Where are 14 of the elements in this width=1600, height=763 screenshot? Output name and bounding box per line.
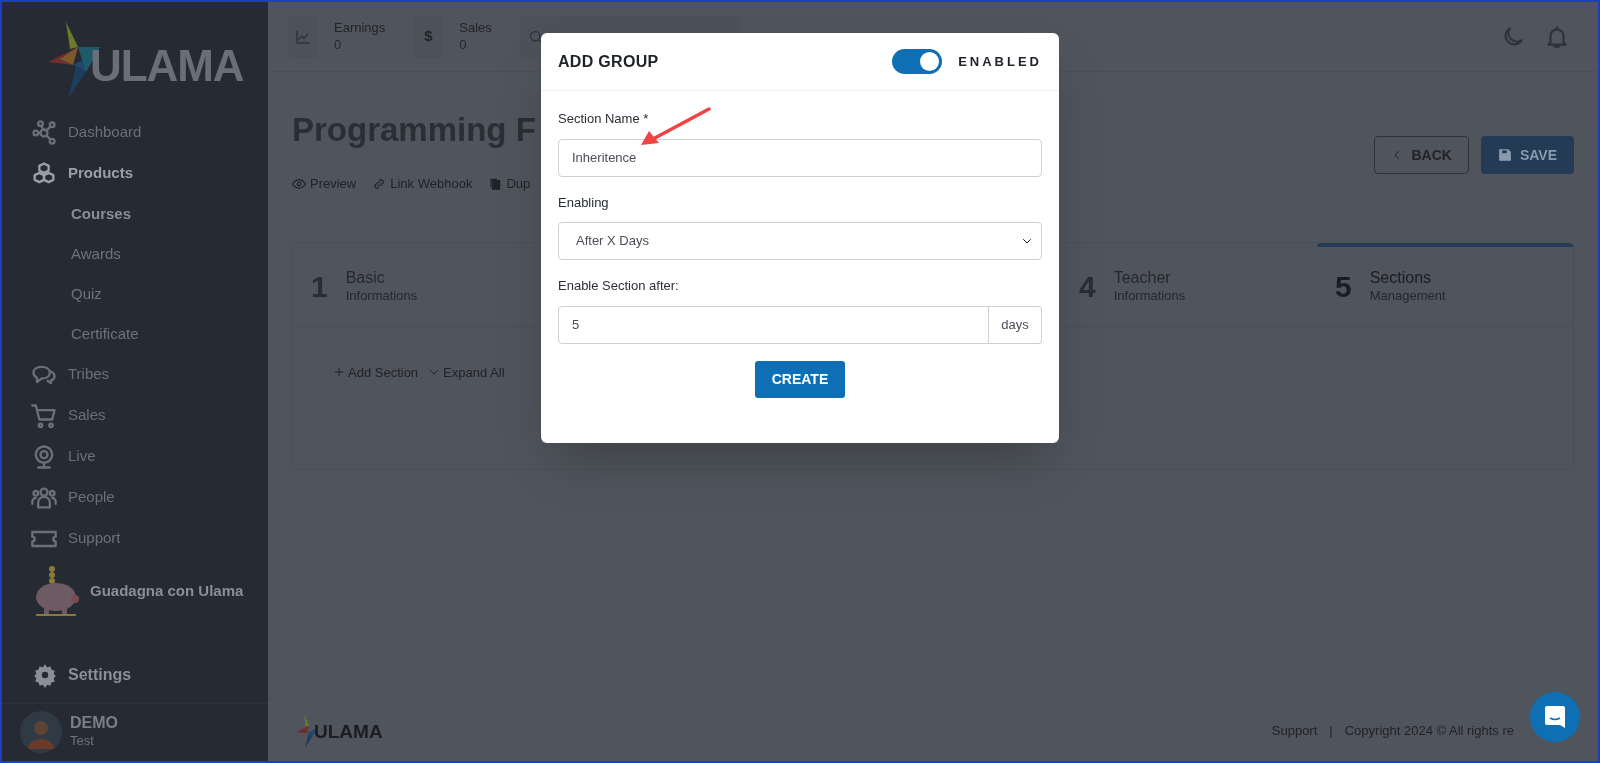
unit-label: days xyxy=(989,305,1042,344)
user-role: Test xyxy=(70,733,95,750)
step-title: Sections xyxy=(1369,267,1433,288)
toggle-label: ENABLED xyxy=(958,52,1042,71)
step-number: 5 xyxy=(1335,268,1352,305)
ulama-logo: ULAMA xyxy=(2,2,268,102)
ulama-logo: ULAMA xyxy=(292,710,383,751)
user-name: DEMO xyxy=(70,713,118,734)
dialog-title: ADD GROUP xyxy=(558,51,659,72)
field-label: Enabling xyxy=(558,193,610,212)
field-label: Section Name * xyxy=(558,110,650,128)
field-label: Enable Section after: xyxy=(558,277,680,295)
dollar-sign: $ xyxy=(424,26,433,47)
separator: | xyxy=(1329,721,1333,740)
